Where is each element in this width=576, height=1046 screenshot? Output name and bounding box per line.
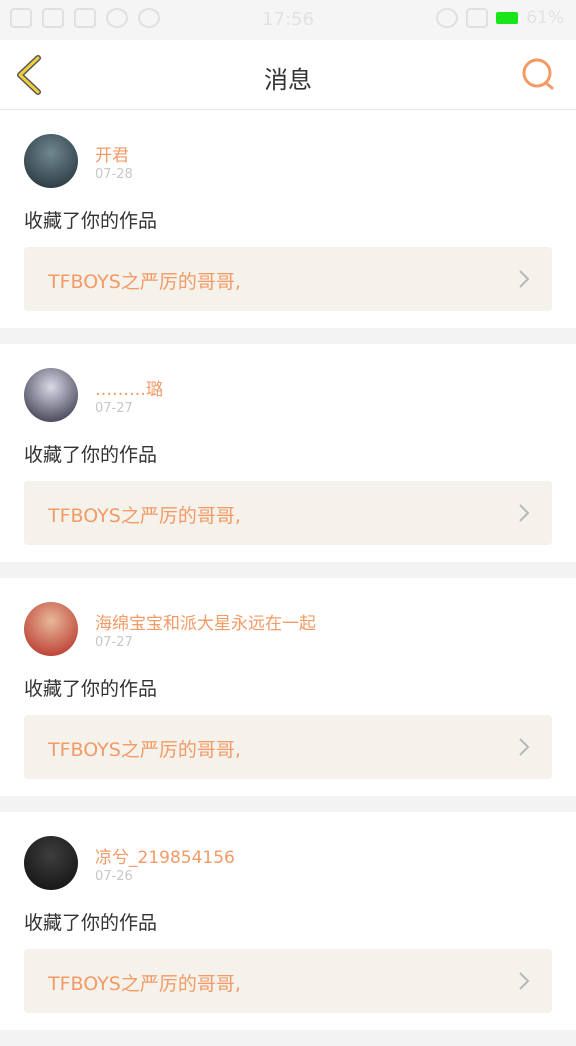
username[interactable]: 开君 [95,141,129,166]
avatar[interactable] [24,368,78,422]
message-list: 开君 07-28 收藏了你的作品 TFBOYS之严厉的哥哥, ………璐 07-2… [0,110,576,1046]
page-title: 消息 [264,66,312,94]
action-text: 收藏了你的作品 [24,444,158,466]
avatar[interactable] [24,134,78,188]
chevron-right-icon [519,738,530,756]
action-text: 收藏了你的作品 [24,912,158,934]
username[interactable]: ………璐 [95,375,163,400]
action-text: 收藏了你的作品 [24,678,158,700]
hotspot-icon [436,8,459,28]
wifi-icon [466,8,489,28]
action-text: 收藏了你的作品 [24,210,158,232]
message-card: 开君 07-28 收藏了你的作品 TFBOYS之严厉的哥哥, [0,110,576,328]
work-title: TFBOYS之严厉的哥哥, [48,271,241,293]
chevron-right-icon [519,504,530,522]
chevron-right-icon [519,270,530,288]
avatar[interactable] [24,602,78,656]
username[interactable]: 凉兮_219854156 [95,843,235,868]
message-date: 07-27 [95,635,133,650]
username[interactable]: 海绵宝宝和派大星永远在一起 [95,609,316,634]
work-link[interactable]: TFBOYS之严厉的哥哥, [24,247,552,311]
message-card: ………璐 07-27 收藏了你的作品 TFBOYS之严厉的哥哥, [0,344,576,562]
message-card: 凉兮_219854156 07-26 收藏了你的作品 TFBOYS之严厉的哥哥, [0,812,576,1030]
work-link[interactable]: TFBOYS之严厉的哥哥, [24,715,552,779]
message-date: 07-26 [95,869,133,884]
header: 消息 [0,40,576,110]
message-card: 海绵宝宝和派大星永远在一起 07-27 收藏了你的作品 TFBOYS之严厉的哥哥… [0,578,576,796]
status-bar: 17:56 61% [0,0,576,40]
status-icons-right: 61% [436,8,564,28]
battery-icon [496,12,519,24]
message-date: 07-27 [95,401,133,416]
work-link[interactable]: TFBOYS之严厉的哥哥, [24,481,552,545]
avatar[interactable] [24,836,78,890]
battery-percent: 61% [526,8,564,28]
message-date: 07-28 [95,167,133,182]
work-title: TFBOYS之严厉的哥哥, [48,505,241,527]
work-title: TFBOYS之严厉的哥哥, [48,739,241,761]
chevron-right-icon [519,972,530,990]
work-link[interactable]: TFBOYS之严厉的哥哥, [24,949,552,1013]
work-title: TFBOYS之严厉的哥哥, [48,973,241,995]
search-icon[interactable] [520,56,556,92]
